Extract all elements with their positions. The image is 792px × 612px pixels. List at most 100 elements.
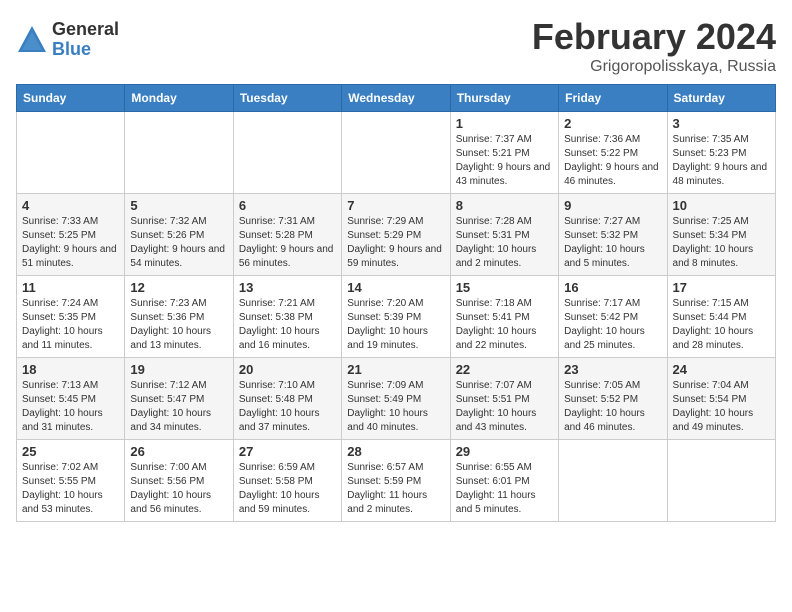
weekday-header: Wednesday xyxy=(342,85,450,112)
calendar-cell: 4 Sunrise: 7:33 AM Sunset: 5:25 PM Daylig… xyxy=(17,194,125,276)
day-number: 14 xyxy=(347,280,444,295)
calendar-cell: 22 Sunrise: 7:07 AM Sunset: 5:51 PM Dayli… xyxy=(450,358,558,440)
calendar-cell: 7Sunrise: 7:29 AM Sunset: 5:29 PM Daylig… xyxy=(342,194,450,276)
calendar-cell: 14 Sunrise: 7:20 AM Sunset: 5:39 PM Dayli… xyxy=(342,276,450,358)
day-info: Sunrise: 7:12 AM Sunset: 5:47 PM Dayligh… xyxy=(130,379,227,435)
calendar-cell xyxy=(125,112,233,194)
day-number: 22 xyxy=(456,362,553,377)
day-info: Sunrise: 7:05 AM Sunset: 5:52 PM Dayligh… xyxy=(564,379,661,435)
day-number: 21 xyxy=(347,362,444,377)
day-info: Sunrise: 7:27 AM Sunset: 5:32 PM Dayligh… xyxy=(564,215,661,271)
logo-icon xyxy=(16,24,48,56)
calendar-cell: 2 Sunrise: 7:36 AM Sunset: 5:22 PM Daylig… xyxy=(559,112,667,194)
calendar-cell: 1Sunrise: 7:37 AM Sunset: 5:21 PM Daylig… xyxy=(450,112,558,194)
calendar-cell: 18 Sunrise: 7:13 AM Sunset: 5:45 PM Dayli… xyxy=(17,358,125,440)
day-info: Sunrise: 7:25 AM Sunset: 5:34 PM Dayligh… xyxy=(673,215,770,271)
day-number: 27 xyxy=(239,444,336,459)
calendar-cell: 10 Sunrise: 7:25 AM Sunset: 5:34 PM Dayli… xyxy=(667,194,775,276)
weekday-header: Saturday xyxy=(667,85,775,112)
calendar-cell: 3 Sunrise: 7:35 AM Sunset: 5:23 PM Daylig… xyxy=(667,112,775,194)
day-number: 15 xyxy=(456,280,553,295)
day-info: Sunrise: 7:17 AM Sunset: 5:42 PM Dayligh… xyxy=(564,297,661,353)
page-header: General Blue February 2024 Grigoropoliss… xyxy=(16,16,776,76)
day-number: 3 xyxy=(673,116,770,131)
calendar-cell: 28 Sunrise: 6:57 AM Sunset: 5:59 PM Dayli… xyxy=(342,440,450,522)
calendar-week-row: 1Sunrise: 7:37 AM Sunset: 5:21 PM Daylig… xyxy=(17,112,776,194)
weekday-header: Thursday xyxy=(450,85,558,112)
day-info: Sunrise: 7:23 AM Sunset: 5:36 PM Dayligh… xyxy=(130,297,227,353)
day-number: 11 xyxy=(22,280,119,295)
calendar-cell: 17Sunrise: 7:15 AM Sunset: 5:44 PM Dayli… xyxy=(667,276,775,358)
day-number: 25 xyxy=(22,444,119,459)
weekday-header: Monday xyxy=(125,85,233,112)
calendar-week-row: 11 Sunrise: 7:24 AM Sunset: 5:35 PM Dayli… xyxy=(17,276,776,358)
day-info: Sunrise: 6:59 AM Sunset: 5:58 PM Dayligh… xyxy=(239,461,336,517)
calendar-week-row: 25Sunrise: 7:02 AM Sunset: 5:55 PM Dayli… xyxy=(17,440,776,522)
calendar-cell: 19 Sunrise: 7:12 AM Sunset: 5:47 PM Dayli… xyxy=(125,358,233,440)
day-info: Sunrise: 6:57 AM Sunset: 5:59 PM Dayligh… xyxy=(347,461,444,517)
day-number: 18 xyxy=(22,362,119,377)
calendar-cell xyxy=(342,112,450,194)
calendar-cell xyxy=(667,440,775,522)
month-title: February 2024 xyxy=(532,16,776,58)
calendar-table: SundayMondayTuesdayWednesdayThursdayFrid… xyxy=(16,84,776,522)
calendar-week-row: 18 Sunrise: 7:13 AM Sunset: 5:45 PM Dayli… xyxy=(17,358,776,440)
logo: General Blue xyxy=(16,20,119,60)
day-info: Sunrise: 7:21 AM Sunset: 5:38 PM Dayligh… xyxy=(239,297,336,353)
calendar-cell: 12Sunrise: 7:23 AM Sunset: 5:36 PM Dayli… xyxy=(125,276,233,358)
day-number: 2 xyxy=(564,116,661,131)
calendar-cell: 21Sunrise: 7:09 AM Sunset: 5:49 PM Dayli… xyxy=(342,358,450,440)
day-number: 28 xyxy=(347,444,444,459)
calendar-header: SundayMondayTuesdayWednesdayThursdayFrid… xyxy=(17,85,776,112)
day-number: 16 xyxy=(564,280,661,295)
calendar-cell: 9 Sunrise: 7:27 AM Sunset: 5:32 PM Daylig… xyxy=(559,194,667,276)
day-info: Sunrise: 7:00 AM Sunset: 5:56 PM Dayligh… xyxy=(130,461,227,517)
weekday-header: Sunday xyxy=(17,85,125,112)
calendar-cell: 16 Sunrise: 7:17 AM Sunset: 5:42 PM Dayli… xyxy=(559,276,667,358)
day-info: Sunrise: 7:35 AM Sunset: 5:23 PM Dayligh… xyxy=(673,133,770,189)
day-number: 29 xyxy=(456,444,553,459)
day-info: Sunrise: 7:07 AM Sunset: 5:51 PM Dayligh… xyxy=(456,379,553,435)
day-info: Sunrise: 7:20 AM Sunset: 5:39 PM Dayligh… xyxy=(347,297,444,353)
calendar-cell: 8 Sunrise: 7:28 AM Sunset: 5:31 PM Daylig… xyxy=(450,194,558,276)
calendar-cell: 13 Sunrise: 7:21 AM Sunset: 5:38 PM Dayli… xyxy=(233,276,341,358)
calendar-cell: 23 Sunrise: 7:05 AM Sunset: 5:52 PM Dayli… xyxy=(559,358,667,440)
title-block: February 2024 Grigoropolisskaya, Russia xyxy=(532,16,776,76)
calendar-cell: 20Sunrise: 7:10 AM Sunset: 5:48 PM Dayli… xyxy=(233,358,341,440)
day-info: Sunrise: 7:04 AM Sunset: 5:54 PM Dayligh… xyxy=(673,379,770,435)
day-number: 19 xyxy=(130,362,227,377)
day-number: 10 xyxy=(673,198,770,213)
calendar-body: 1Sunrise: 7:37 AM Sunset: 5:21 PM Daylig… xyxy=(17,112,776,522)
calendar-cell: 27 Sunrise: 6:59 AM Sunset: 5:58 PM Dayli… xyxy=(233,440,341,522)
calendar-cell: 6 Sunrise: 7:31 AM Sunset: 5:28 PM Daylig… xyxy=(233,194,341,276)
day-number: 9 xyxy=(564,198,661,213)
day-info: Sunrise: 7:37 AM Sunset: 5:21 PM Dayligh… xyxy=(456,133,553,189)
day-info: Sunrise: 7:29 AM Sunset: 5:29 PM Dayligh… xyxy=(347,215,444,271)
calendar-cell: 26Sunrise: 7:00 AM Sunset: 5:56 PM Dayli… xyxy=(125,440,233,522)
day-info: Sunrise: 7:33 AM Sunset: 5:25 PM Dayligh… xyxy=(22,215,119,271)
calendar-week-row: 4 Sunrise: 7:33 AM Sunset: 5:25 PM Daylig… xyxy=(17,194,776,276)
calendar-cell xyxy=(233,112,341,194)
day-number: 4 xyxy=(22,198,119,213)
calendar-cell: 5Sunrise: 7:32 AM Sunset: 5:26 PM Daylig… xyxy=(125,194,233,276)
day-info: Sunrise: 7:13 AM Sunset: 5:45 PM Dayligh… xyxy=(22,379,119,435)
calendar-cell: 11 Sunrise: 7:24 AM Sunset: 5:35 PM Dayli… xyxy=(17,276,125,358)
logo-text: General Blue xyxy=(52,20,119,60)
day-info: Sunrise: 7:32 AM Sunset: 5:26 PM Dayligh… xyxy=(130,215,227,271)
day-number: 17 xyxy=(673,280,770,295)
day-info: Sunrise: 6:55 AM Sunset: 6:01 PM Dayligh… xyxy=(456,461,553,517)
weekday-header: Tuesday xyxy=(233,85,341,112)
day-number: 8 xyxy=(456,198,553,213)
day-info: Sunrise: 7:10 AM Sunset: 5:48 PM Dayligh… xyxy=(239,379,336,435)
day-info: Sunrise: 7:24 AM Sunset: 5:35 PM Dayligh… xyxy=(22,297,119,353)
weekday-row: SundayMondayTuesdayWednesdayThursdayFrid… xyxy=(17,85,776,112)
day-info: Sunrise: 7:36 AM Sunset: 5:22 PM Dayligh… xyxy=(564,133,661,189)
day-number: 23 xyxy=(564,362,661,377)
day-number: 13 xyxy=(239,280,336,295)
logo-blue-text: Blue xyxy=(52,40,119,60)
day-info: Sunrise: 7:31 AM Sunset: 5:28 PM Dayligh… xyxy=(239,215,336,271)
location-title: Grigoropolisskaya, Russia xyxy=(532,58,776,76)
day-number: 6 xyxy=(239,198,336,213)
day-info: Sunrise: 7:28 AM Sunset: 5:31 PM Dayligh… xyxy=(456,215,553,271)
calendar-cell: 25Sunrise: 7:02 AM Sunset: 5:55 PM Dayli… xyxy=(17,440,125,522)
